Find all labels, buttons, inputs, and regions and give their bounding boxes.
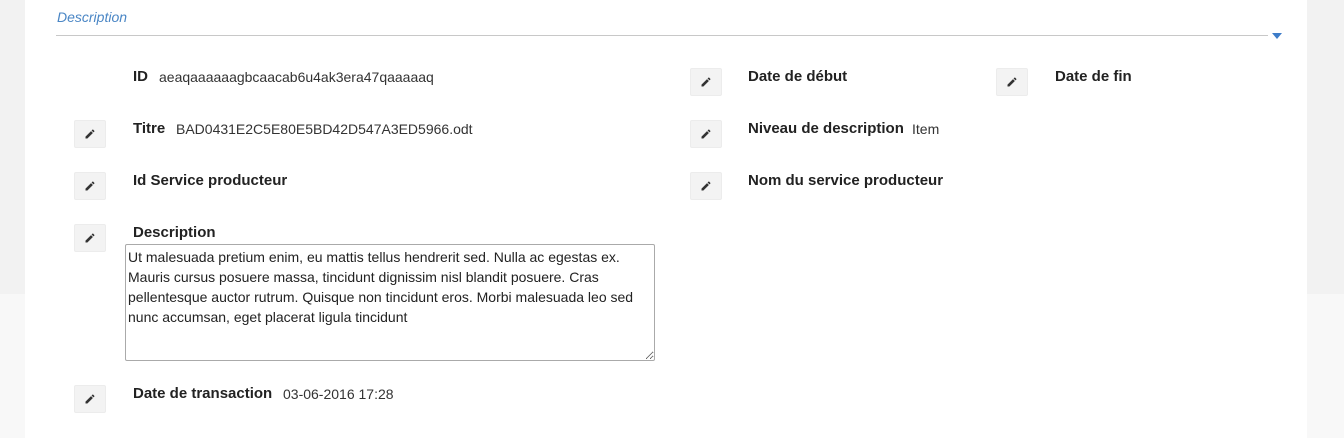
description-label: Description [133, 224, 216, 241]
nom-service-label: Nom du service producteur [748, 172, 944, 189]
pencil-icon [701, 181, 711, 191]
section-divider [56, 35, 1268, 36]
titre-value: BAD0431E2C5E80E5BD42D547A3ED5966.odt [176, 121, 473, 137]
titre-label: Titre [133, 120, 166, 137]
date-transaction-label: Date de transaction [133, 385, 273, 402]
edit-description-button[interactable] [74, 224, 106, 252]
niveau-label: Niveau de description [748, 120, 904, 137]
edit-titre-button[interactable] [74, 120, 106, 148]
id-label: ID [133, 68, 148, 85]
id-value: aeaqaaaaaagbcaacab6u4ak3era47qaaaaaq [159, 69, 434, 85]
date-transaction-value: 03-06-2016 17:28 [283, 386, 394, 402]
pencil-icon [85, 233, 95, 243]
date-fin-label: Date de fin [1055, 68, 1132, 85]
edit-nom-service-button[interactable] [690, 172, 722, 200]
edit-date-transaction-button[interactable] [74, 385, 106, 413]
section-title: Description [57, 9, 128, 25]
pencil-icon [85, 394, 95, 404]
pencil-icon [85, 181, 95, 191]
edit-niveau-button[interactable] [690, 120, 722, 148]
description-panel [25, 0, 1307, 438]
date-debut-label: Date de début [748, 68, 848, 85]
edit-date-debut-button[interactable] [690, 68, 722, 96]
caret-down-icon[interactable] [1272, 33, 1282, 39]
edit-id-service-button[interactable] [74, 172, 106, 200]
id-service-label: Id Service producteur [133, 172, 288, 189]
pencil-icon [701, 129, 711, 139]
description-textarea[interactable]: Ut malesuada pretium enim, eu mattis tel… [125, 244, 655, 361]
edit-date-fin-button[interactable] [996, 68, 1028, 96]
pencil-icon [1007, 77, 1017, 87]
pencil-icon [701, 77, 711, 87]
niveau-value: Item [912, 121, 940, 137]
pencil-icon [85, 129, 95, 139]
